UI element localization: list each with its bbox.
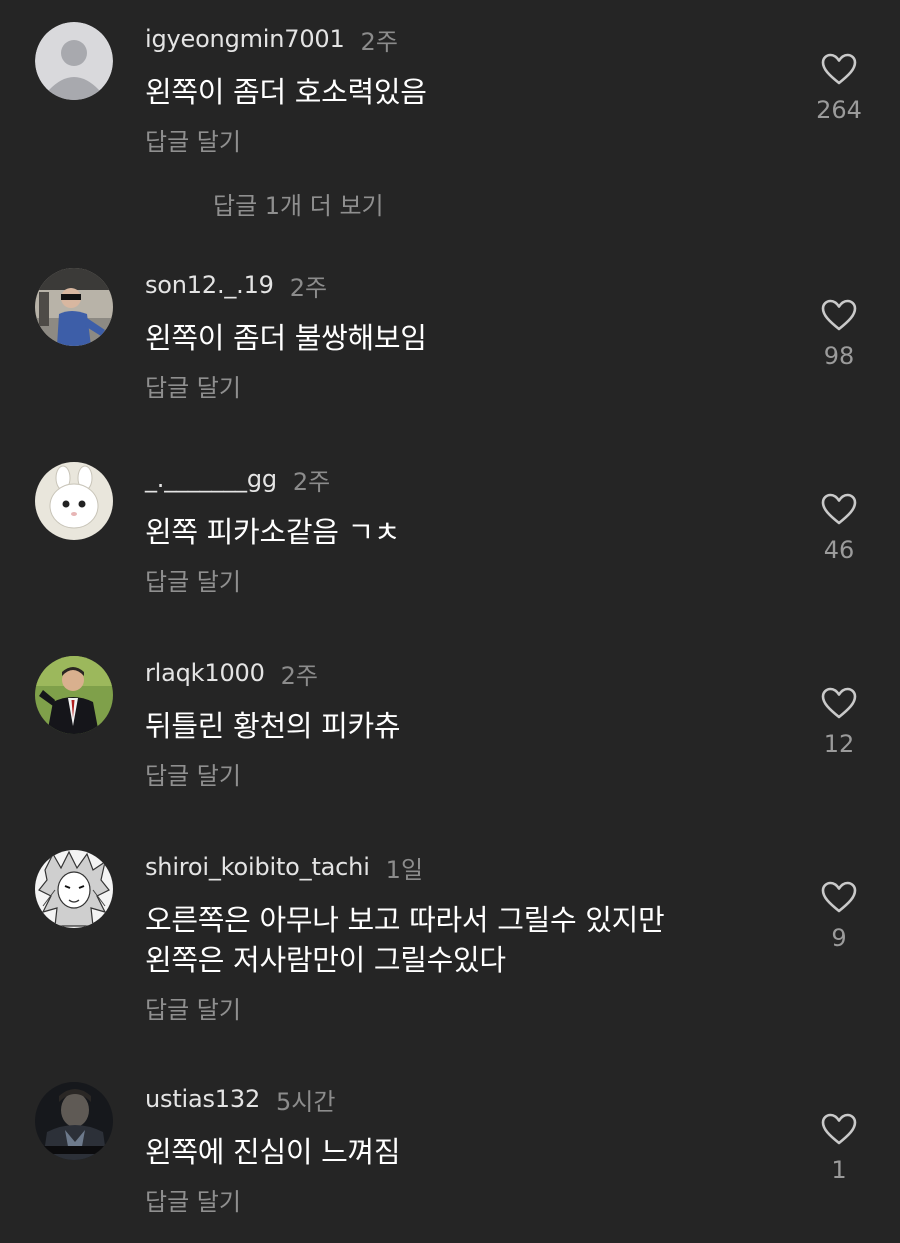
comment-username[interactable]: _._______gg [145,465,277,493]
reply-button[interactable]: 답글 달기 [145,368,241,403]
comment-text: 왼쪽 피카소같음 ㄱㅊ [145,515,401,549]
user-avatar[interactable] [35,1082,113,1160]
like-count: 46 [823,536,855,564]
comment-time: 2주 [280,661,319,690]
comment-time: 2주 [292,467,331,496]
user-avatar[interactable] [35,850,113,928]
comment-time: 2주 [360,27,398,56]
like-count: 98 [823,342,855,370]
like-button[interactable]: 98 [808,298,870,370]
comment-username[interactable]: son12._.19 [145,271,274,299]
comment-text: 뒤틀린 황천의 피카츄 [145,709,401,743]
comment-text-line-2: 왼쪽은 저사람만이 그릴수있다 [145,943,506,977]
heart-outline-icon [821,687,857,719]
like-button[interactable]: 1 [808,1112,870,1184]
comment-username[interactable]: ustias132 [145,1085,260,1113]
like-button[interactable]: 9 [808,880,870,952]
comment-time: 5시간 [276,1087,336,1116]
user-avatar[interactable] [35,656,113,734]
default-user-avatar-icon[interactable] [35,22,113,100]
view-more-replies-button[interactable]: 답글 1개 더 보기 [213,186,384,221]
reply-button[interactable]: 답글 달기 [145,1182,241,1217]
comment-time: 1일 [385,855,424,884]
heart-outline-icon [821,53,857,85]
heart-outline-icon [821,881,857,913]
like-count: 9 [831,924,847,952]
comment-text: 왼쪽에 진심이 느껴짐 [145,1135,401,1169]
like-count: 1 [831,1156,847,1184]
like-count: 264 [816,96,862,124]
reply-button[interactable]: 답글 달기 [145,756,241,791]
like-button[interactable]: 12 [808,686,870,758]
like-button[interactable]: 264 [808,52,870,124]
heart-outline-icon [821,1113,857,1145]
like-count: 12 [823,730,855,758]
comment-text: 왼쪽이 좀더 불쌍해보임 [145,321,427,355]
user-avatar[interactable] [35,268,113,346]
comment-username[interactable]: shiroi_koibito_tachi [145,853,370,881]
comment-username[interactable]: igyeongmin7001 [145,25,345,53]
reply-button[interactable]: 답글 달기 [145,990,241,1025]
heart-outline-icon [821,493,857,525]
like-button[interactable]: 46 [808,492,870,564]
comment-text: 왼쪽이 좀더 호소력있음 [145,75,427,109]
user-avatar[interactable] [35,462,113,540]
reply-button[interactable]: 답글 달기 [145,122,241,157]
comment-username[interactable]: rlaqk1000 [145,659,265,687]
comment-time: 2주 [289,273,328,302]
heart-outline-icon [821,299,857,331]
reply-button[interactable]: 답글 달기 [145,562,241,597]
comment-text: 오른쪽은 아무나 보고 따라서 그릴수 있지만 [145,903,665,937]
